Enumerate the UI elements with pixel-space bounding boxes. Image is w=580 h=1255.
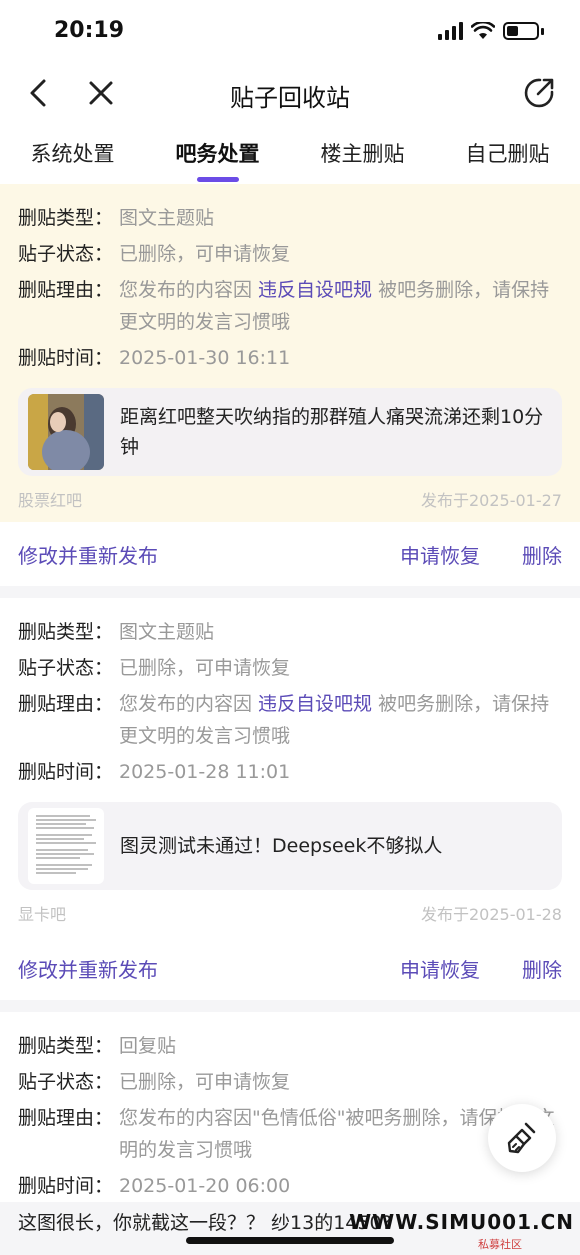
publish-date: 发布于2025-01-28 [421,905,562,924]
tab-op-deleted[interactable]: 楼主删贴 [290,124,435,184]
tab-system[interactable]: 系统处置 [0,124,145,184]
card-actions: 修改并重新发布 申请恢复 删除 [0,936,580,1000]
overlay-caption: 这图很长，你就截这一段？？ 纱13的1450? [18,1212,392,1234]
type-label: 删贴类型： [18,1035,114,1057]
page-title: 贴子回收站 [230,84,350,112]
forum-name[interactable]: 股票红吧 [18,487,82,511]
home-indicator [186,1237,394,1244]
reason-prefix: 您发布的内容因 [119,693,259,715]
share-icon[interactable] [520,74,558,112]
deleted-post-card: 删贴类型： 回复贴 贴子状态： 已删除，可申请恢复 删贴理由： 您发布的内容因"… [0,1012,580,1202]
wifi-icon [471,22,495,39]
type-row: 删贴类型： 图文主题贴 [18,202,562,234]
card-body: 删贴类型： 回复贴 贴子状态： 已删除，可申请恢复 删贴理由： 您发布的内容因"… [0,1012,580,1202]
delete-button[interactable]: 删除 [522,540,562,569]
reason-prefix: 您发布的内容因 [119,279,259,301]
type-value: 图文主题贴 [119,207,215,229]
time-row: 删贴时间： 2025-01-28 11:01 [18,756,562,788]
rule-link[interactable]: 违反自设吧规 [258,279,372,301]
tab-bar: 系统处置 吧务处置 楼主删贴 自己删贴 [0,124,580,184]
post-meta: 显卡吧 发布于2025-01-28 [18,890,562,936]
card-actions: 修改并重新发布 申请恢复 删除 [0,522,580,586]
status-row: 贴子状态： 已删除，可申请恢复 [18,652,562,684]
status-label: 贴子状态： [18,243,114,265]
time-value: 2025-01-20 06:00 [119,1175,291,1197]
type-label: 删贴类型： [18,207,114,229]
reason-value: 您发布的内容因 违反自设吧规 被吧务删除，请保持更文明的发言习惯哦 [119,688,562,752]
type-label: 删贴类型： [18,621,114,643]
status-bar: 20:19 [0,0,580,62]
status-value: 已删除，可申请恢复 [119,657,291,679]
status-row: 贴子状态： 已删除，可申请恢复 [18,238,562,270]
request-recover-button[interactable]: 申请恢复 [400,540,480,569]
reason-row: 删贴理由： 您发布的内容因 违反自设吧规 被吧务删除，请保持更文明的发言习惯哦 [18,688,562,752]
deleted-post-card: 删贴类型： 图文主题贴 贴子状态： 已删除，可申请恢复 删贴理由： 您发布的内容… [0,184,580,586]
battery-icon [503,22,539,40]
broom-icon [507,1122,536,1154]
time-row: 删贴时间： 2025-01-20 06:00 [18,1170,562,1202]
publish-date: 发布于2025-01-27 [421,491,562,510]
type-value: 图文主题贴 [119,621,215,643]
post-thumbnail [28,394,104,470]
status-label: 贴子状态： [18,657,114,679]
tab-bawu[interactable]: 吧务处置 [145,124,290,184]
watermark-subtext: 私募社区 [478,1238,522,1251]
reason-row: 删贴理由： 您发布的内容因 违反自设吧规 被吧务删除，请保持更文明的发言习惯哦 [18,274,562,338]
deleted-post-card: 删贴类型： 图文主题贴 贴子状态： 已删除，可申请恢复 删贴理由： 您发布的内容… [0,598,580,1000]
preview-title: 距离红吧整天吹纳指的那群殖人痛哭流涕还剩10分钟 [120,406,544,458]
post-preview[interactable]: 图灵测试未通过！Deepseek不够拟人 [18,802,562,890]
time-label: 删贴时间： [18,1175,114,1197]
tab-self-deleted[interactable]: 自己删贴 [435,124,580,184]
status-icons [438,22,544,40]
reason-value: 您发布的内容因 违反自设吧规 被吧务删除，请保持更文明的发言习惯哦 [119,274,562,338]
preview-title: 图灵测试未通过！Deepseek不够拟人 [120,835,443,857]
rule-link[interactable]: 违反自设吧规 [258,693,372,715]
delete-button[interactable]: 删除 [522,954,562,983]
status-label: 贴子状态： [18,1071,114,1093]
request-recover-button[interactable]: 申请恢复 [400,954,480,983]
nav-bar: 贴子回收站 [0,62,580,124]
clean-fab-button[interactable] [488,1104,556,1172]
forum-name[interactable]: 显卡吧 [18,901,66,925]
type-value: 回复贴 [119,1035,177,1057]
reason-row: 删贴理由： 您发布的内容因"色情低俗"被吧务删除，请保持更文明的发言习惯哦 [18,1102,562,1166]
time-row: 删贴时间： 2025-01-30 16:11 [18,342,562,374]
type-row: 删贴类型： 图文主题贴 [18,616,562,648]
edit-republish-button[interactable]: 修改并重新发布 [18,954,158,983]
signal-icon [438,22,463,40]
reason-label: 删贴理由： [18,279,114,301]
reason-label: 删贴理由： [18,1107,114,1129]
post-meta: 股票红吧 发布于2025-01-27 [18,476,562,522]
edit-republish-button[interactable]: 修改并重新发布 [18,540,158,569]
card-body: 删贴类型： 图文主题贴 贴子状态： 已删除，可申请恢复 删贴理由： 您发布的内容… [0,184,580,522]
time-value: 2025-01-28 11:01 [119,761,291,783]
time-label: 删贴时间： [18,761,114,783]
type-row: 删贴类型： 回复贴 [18,1030,562,1062]
post-thumbnail [28,808,104,884]
time-label: 删贴时间： [18,347,114,369]
status-value: 已删除，可申请恢复 [119,243,291,265]
reason-label: 删贴理由： [18,693,114,715]
time-value: 2025-01-30 16:11 [119,347,291,369]
post-preview[interactable]: 距离红吧整天吹纳指的那群殖人痛哭流涕还剩10分钟 [18,388,562,476]
status-value: 已删除，可申请恢复 [119,1071,291,1093]
status-row: 贴子状态： 已删除，可申请恢复 [18,1066,562,1098]
status-time: 20:19 [54,18,125,43]
watermark-text: WWW.SIMU001.CN [349,1210,574,1234]
card-body: 删贴类型： 图文主题贴 贴子状态： 已删除，可申请恢复 删贴理由： 您发布的内容… [0,598,580,936]
battery-cap [541,27,544,35]
